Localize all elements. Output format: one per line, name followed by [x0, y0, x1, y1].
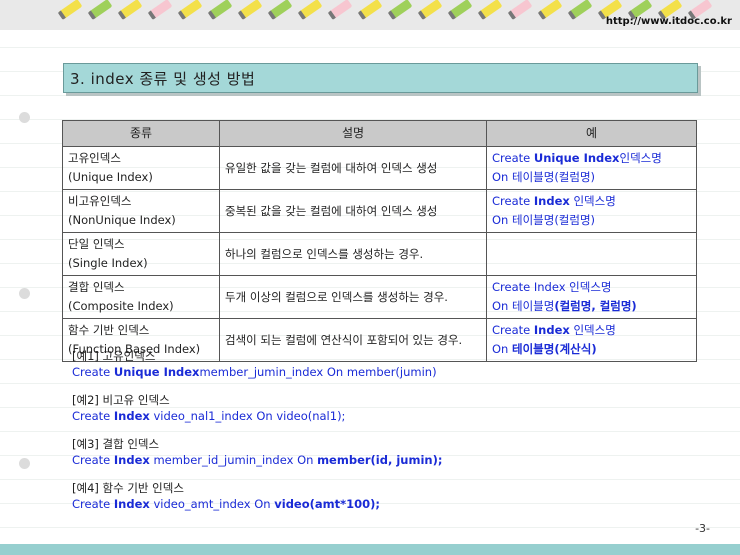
type-cell: 고유인덱스 (Unique Index) — [62, 146, 220, 190]
example-text: Create Index 인덱스명 — [492, 280, 612, 294]
example-cell: Create Index 인덱스명 On 테이블명(컬럼명) — [486, 189, 697, 233]
code-keyword: Index — [113, 497, 150, 511]
examples-section: [예1] 고유인덱스 Create Unique Indexmember_jum… — [72, 348, 442, 512]
type-cell: 비고유인덱스 (NonUnique Index) — [62, 189, 220, 233]
example-cell: Create Unique Index인덱스명 On 테이블명(컬럼명) — [486, 146, 697, 190]
example-code: Create Unique Indexmember_jumin_index On… — [72, 364, 442, 380]
description-cell: 두개 이상의 컬럼으로 인덱스를 생성하는 경우. — [219, 275, 487, 319]
column-header: 설명 — [219, 120, 487, 147]
code-text: video_amt_index On — [149, 497, 275, 511]
code-text: Create — [72, 365, 114, 379]
pencil-icon — [507, 0, 533, 21]
top-decoration-bar: http://www.itdoc.co.kr — [0, 0, 740, 30]
table-header-row: 종류 설명 예 — [62, 120, 697, 147]
code-text: video_nal1_index On video(nal1); — [149, 409, 346, 423]
binder-hole-icon — [19, 458, 30, 469]
example-heading: [예4] 함수 기반 인덱스 — [72, 481, 184, 495]
pencil-icon — [207, 0, 233, 21]
type-korean: 고유인덱스 — [68, 151, 121, 165]
example-cell — [486, 232, 697, 276]
code-keyword: Index — [113, 453, 150, 467]
pencil-icon — [567, 0, 593, 21]
code-keyword: video(amt*100); — [274, 497, 380, 511]
pencil-icon — [147, 0, 173, 21]
example-keyword: Unique Index — [533, 151, 620, 165]
example-text: Create — [492, 323, 534, 337]
type-english: (NonUnique Index) — [68, 213, 176, 227]
code-text: member_id_jumin_index On — [149, 453, 318, 467]
code-text: Create — [72, 409, 114, 423]
slide-title-box: 3. index 종류 및 생성 방법 — [63, 63, 698, 93]
description-cell: 하나의 컬럼으로 인덱스를 생성하는 경우. — [219, 232, 487, 276]
type-cell: 결합 인덱스 (Composite Index) — [62, 275, 220, 319]
bottom-decoration-bar — [0, 544, 740, 555]
pencil-icon — [477, 0, 503, 21]
code-keyword: Index — [113, 409, 150, 423]
pencil-icon — [447, 0, 473, 21]
code-text: Create — [72, 453, 114, 467]
site-url: http://www.itdoc.co.kr — [605, 16, 732, 27]
example-text: Create — [492, 194, 534, 208]
example-heading: [예1] 고유인덱스 — [72, 349, 156, 363]
example-code: Create Index video_amt_index On video(am… — [72, 496, 442, 512]
pencil-icon — [297, 0, 323, 21]
pencil-border-icon — [57, 0, 713, 21]
type-korean: 비고유인덱스 — [68, 194, 132, 208]
pencil-icon — [117, 0, 143, 21]
description-cell: 중복된 값을 갖는 컬럼에 대하여 인덱스 생성 — [219, 189, 487, 233]
table-row: 단일 인덱스 (Single Index) 하나의 컬럼으로 인덱스를 생성하는 … — [62, 232, 697, 276]
example-text: Create — [492, 151, 534, 165]
example-code: Create Index member_id_jumin_index On me… — [72, 452, 442, 468]
description-cell: 유일한 값을 갖는 컬럼에 대하여 인덱스 생성 — [219, 146, 487, 190]
example-keyword: Index — [533, 194, 570, 208]
example-heading: [예3] 결합 인덱스 — [72, 437, 160, 451]
example-text: On 테이블명(컬럼명) — [492, 170, 596, 184]
example-cell: Create Index 인덱스명 On 테이블명(계산식) — [486, 318, 697, 362]
pencil-icon — [57, 0, 83, 21]
slide-title: 3. index 종류 및 생성 방법 — [70, 70, 256, 88]
code-text: member_jumin_index On member(jumin) — [199, 365, 437, 379]
binder-hole-icon — [19, 288, 30, 299]
pencil-icon — [417, 0, 443, 21]
example-text: 인덱스명 — [569, 194, 616, 208]
example-text: 인덱스명 — [569, 323, 616, 337]
type-cell: 단일 인덱스 (Single Index) — [62, 232, 220, 276]
table-row: 결합 인덱스 (Composite Index) 두개 이상의 컬럼으로 인덱스를… — [62, 275, 697, 319]
example-cell: Create Index 인덱스명 On 테이블명(컬럼명, 컬럼명) — [486, 275, 697, 319]
page-number: -3- — [695, 522, 710, 535]
pencil-icon — [327, 0, 353, 21]
column-header: 종류 — [62, 120, 220, 147]
binder-hole-icon — [19, 112, 30, 123]
pencil-icon — [387, 0, 413, 21]
example-text: On 테이블명 — [492, 299, 555, 313]
example-text: On 테이블명(컬럼명) — [492, 213, 596, 227]
pencil-icon — [357, 0, 383, 21]
code-keyword: member(id, jumin); — [317, 453, 443, 467]
type-korean: 결합 인덱스 — [68, 280, 125, 294]
pencil-icon — [87, 0, 113, 21]
type-korean: 함수 기반 인덱스 — [68, 323, 150, 337]
example-keyword: Index — [533, 323, 570, 337]
example-text: 인덱스명 — [619, 151, 662, 165]
column-header: 예 — [486, 120, 697, 147]
code-keyword: Unique Index — [113, 365, 200, 379]
table-row: 비고유인덱스 (NonUnique Index) 중복된 값을 갖는 컬럼에 대하… — [62, 189, 697, 233]
type-korean: 단일 인덱스 — [68, 237, 125, 251]
example-heading: [예2] 비고유 인덱스 — [72, 393, 170, 407]
pencil-icon — [267, 0, 293, 21]
type-english: (Unique Index) — [68, 170, 153, 184]
pencil-icon — [237, 0, 263, 21]
table-row: 고유인덱스 (Unique Index) 유일한 값을 갖는 컬럼에 대하여 인덱… — [62, 146, 697, 190]
example-keyword: (컬럼명, 컬럼명) — [554, 299, 637, 313]
example-keyword: 테이블명(계산식) — [512, 342, 597, 356]
type-english: (Composite Index) — [68, 299, 174, 313]
example-code: Create Index video_nal1_index On video(n… — [72, 408, 442, 424]
pencil-icon — [177, 0, 203, 21]
type-english: (Single Index) — [68, 256, 148, 270]
code-text: Create — [72, 497, 114, 511]
example-text: On — [492, 342, 512, 356]
index-types-table: 종류 설명 예 고유인덱스 (Unique Index) 유일한 값을 갖는 컬럼… — [62, 120, 697, 362]
pencil-icon — [537, 0, 563, 21]
